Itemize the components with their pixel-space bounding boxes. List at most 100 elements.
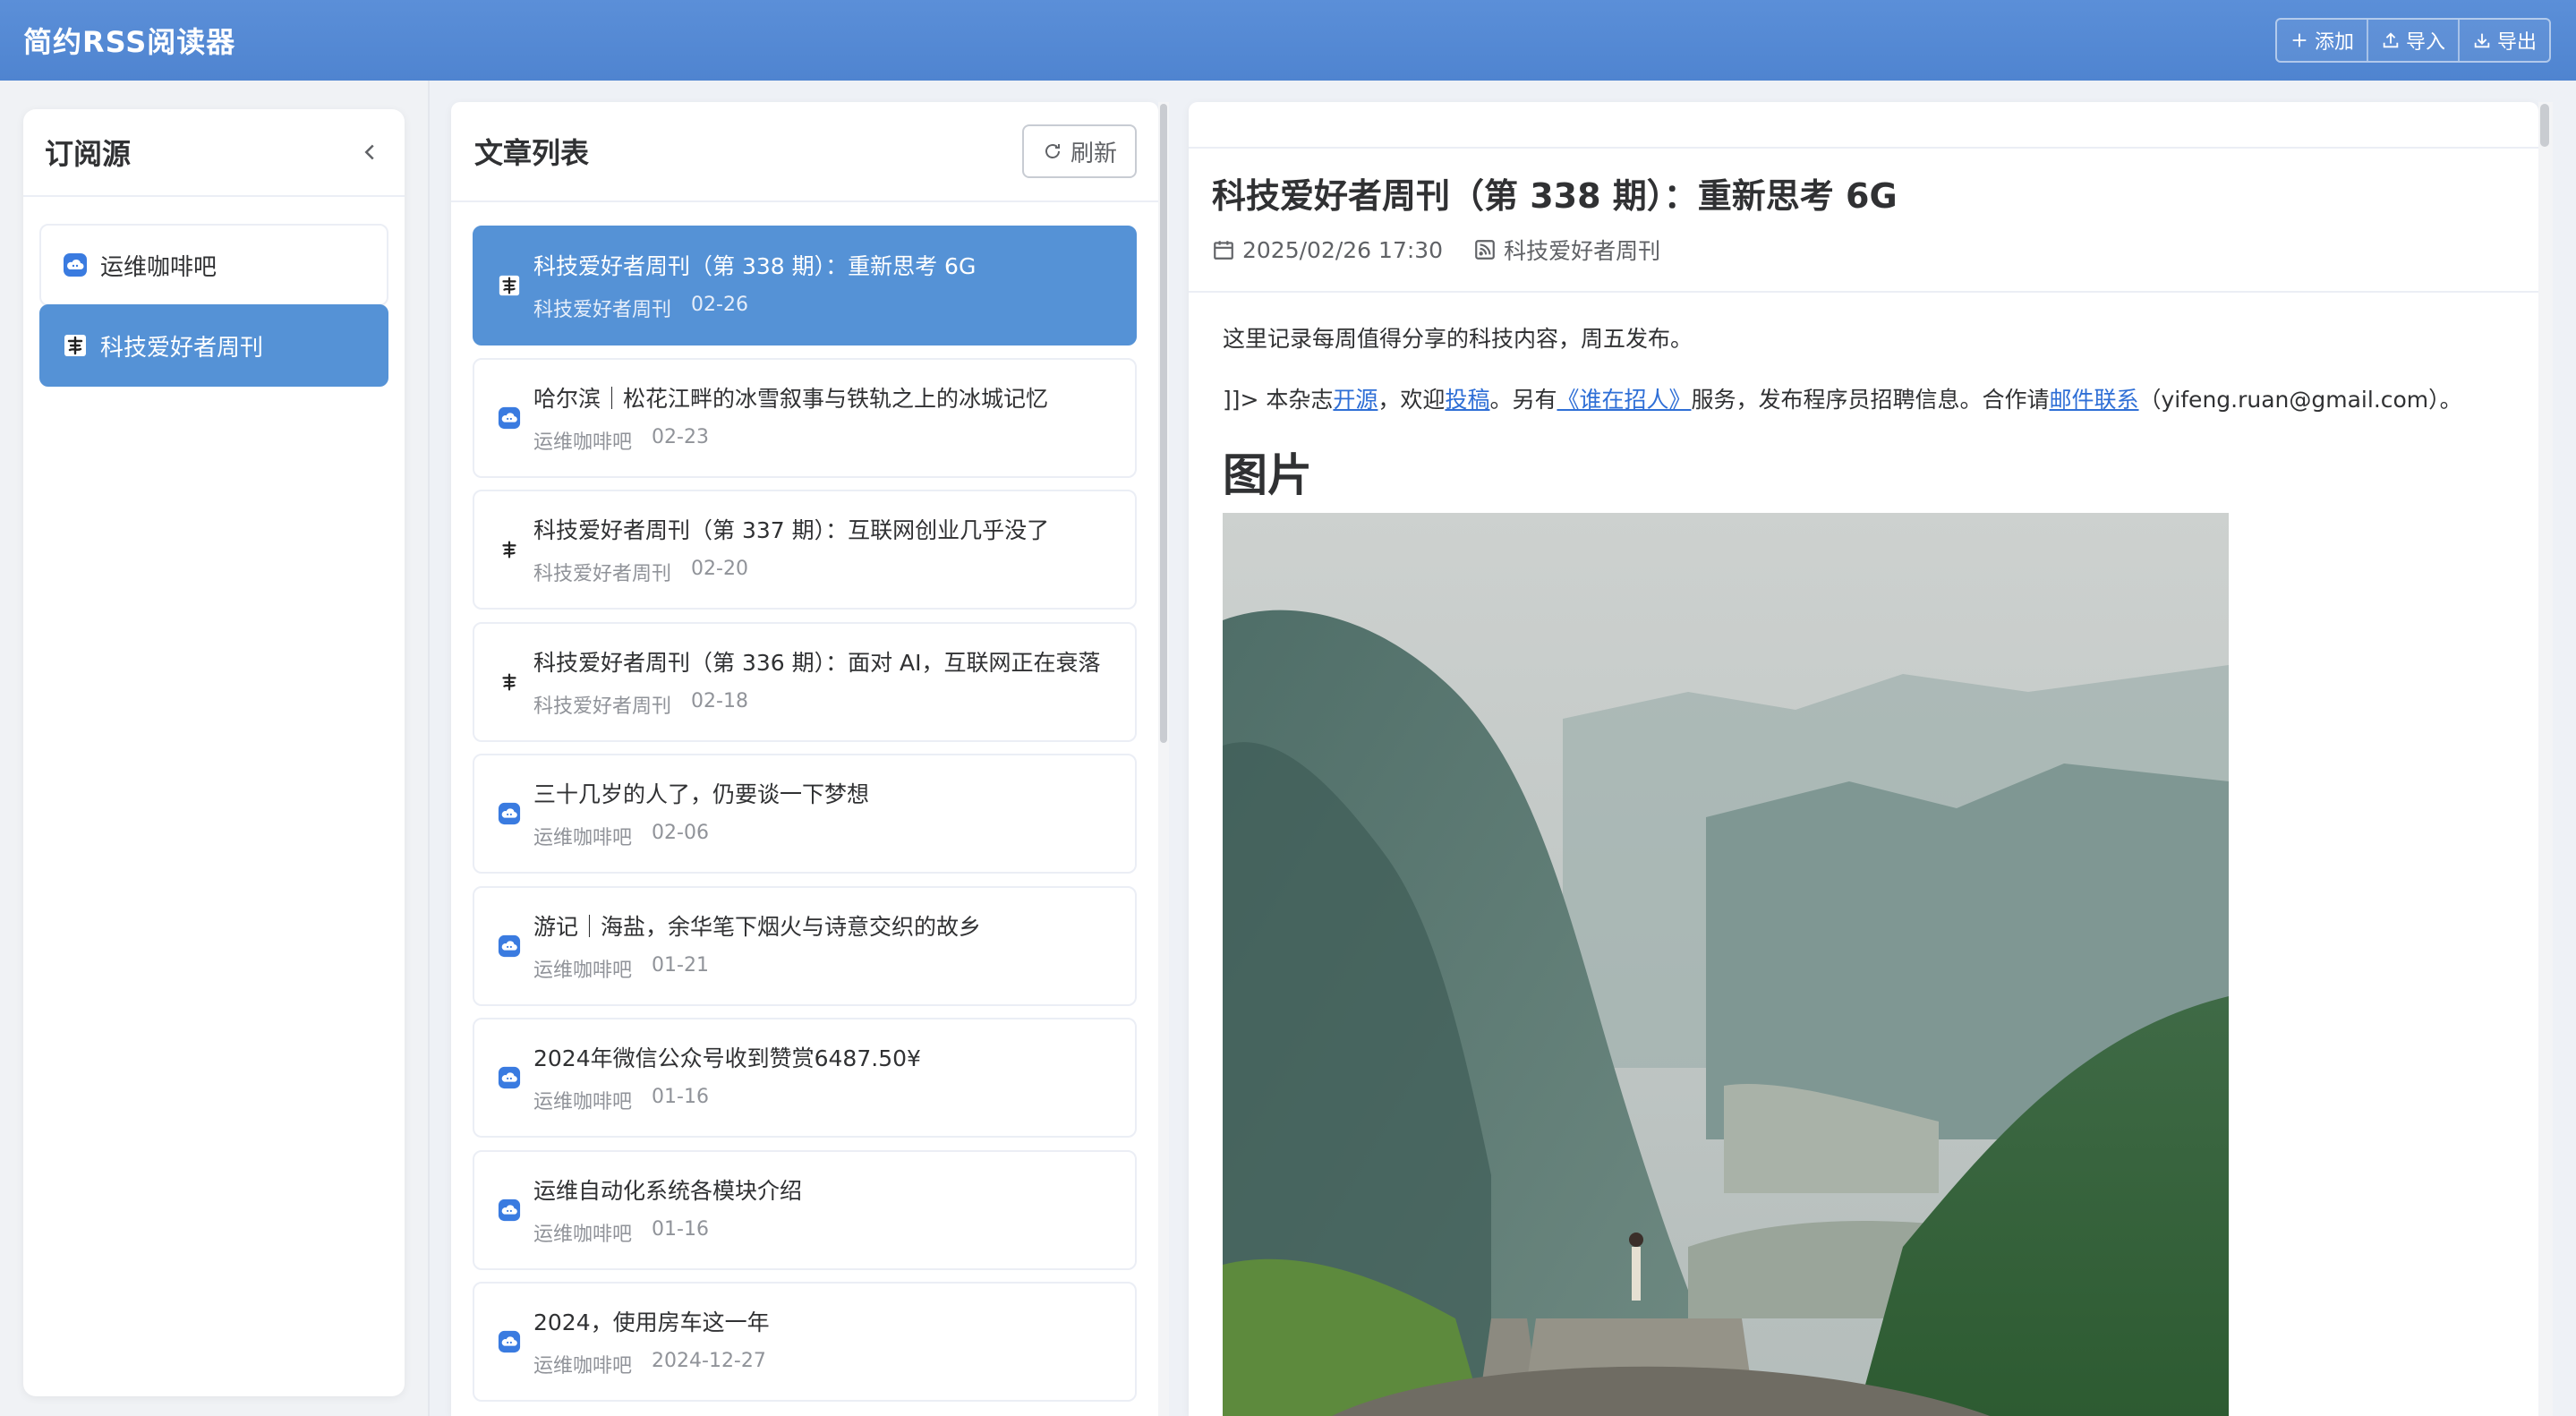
article-item[interactable]: 哈尔滨｜松花江畔的冰雪叙事与铁轨之上的冰城记忆运维咖啡吧 02-23 xyxy=(473,357,1137,478)
article-item-meta: 科技爱好者周刊 02-18 xyxy=(533,690,1101,719)
link-who-is-hiring[interactable]: 《谁在招人》 xyxy=(1557,387,1691,413)
article-item-body: 运维自动化系统各模块介绍运维咖啡吧 01-16 xyxy=(533,1173,802,1247)
article-item-meta: 科技爱好者周刊 02-26 xyxy=(533,294,976,322)
refresh-button[interactable]: 刷新 xyxy=(1021,124,1137,178)
article-item[interactable]: 科技爱好者周刊（第 336 期）：面对 AI，互联网正在衰落科技爱好者周刊 02-… xyxy=(473,621,1137,742)
add-button-label: 添加 xyxy=(2314,31,2354,54)
article-item-body: 科技爱好者周刊（第 337 期）：互联网创业几乎没了 科技爱好者周刊 02-20 xyxy=(533,513,1049,586)
link-open-source[interactable]: 开源 xyxy=(1333,387,1378,413)
article-date: 2025/02/26 17:30 xyxy=(1212,234,1443,266)
article-item-body: 2024，使用房车这一年 运维咖啡吧 2024-12-27 xyxy=(533,1305,770,1378)
article-item[interactable]: 游记｜海盐，余华笔下烟火与诗意交织的故乡运维咖啡吧 01-21 xyxy=(473,885,1137,1006)
text-segment: ，欢迎 xyxy=(1378,387,1446,413)
article-item-meta: 运维咖啡吧 01-16 xyxy=(533,1218,802,1247)
article-paragraph-links: ]]> 本杂志开源，欢迎投稿。另有《谁在招人》服务，发布程序员招聘信息。合作请邮… xyxy=(1223,384,2504,416)
article-meta: 2025/02/26 17:30 科技爱好者周刊 xyxy=(1212,234,2515,266)
article-item-date: 02-18 xyxy=(691,689,748,712)
cloud-icon xyxy=(498,802,521,825)
article-item-title: 运维自动化系统各模块介绍 xyxy=(533,1177,803,1204)
app-header: 简约RSS阅读器 添加 导入 导出 xyxy=(0,0,2576,81)
article-item[interactable]: 科技爱好者周刊（第 338 期）：重新思考 6G 科技爱好者周刊 02-26 xyxy=(473,226,1137,345)
mountain-valley-photo xyxy=(1223,513,2229,1416)
cloud-icon xyxy=(64,253,87,277)
article-item[interactable]: 科技爱好者周刊（第 337 期）：互联网创业几乎没了 科技爱好者周刊 02-20 xyxy=(473,490,1137,610)
article-item-body: 科技爱好者周刊（第 338 期）：重新思考 6G 科技爱好者周刊 02-26 xyxy=(533,249,976,322)
article-item[interactable]: 三十几岁的人了，仍要谈一下梦想运维咖啡吧 02-06 xyxy=(473,754,1137,874)
refresh-button-label: 刷新 xyxy=(1070,140,1117,167)
article-item-date: 02-06 xyxy=(652,822,709,844)
article-item-meta: 运维咖啡吧 02-06 xyxy=(533,822,869,850)
article-item-source: 运维咖啡吧 xyxy=(533,431,633,454)
refresh-icon xyxy=(1045,144,1060,158)
article-item-date: 01-21 xyxy=(652,953,709,977)
sidebar-header: 订阅源 xyxy=(23,109,405,197)
article-list-header: 文章列表 刷新 xyxy=(451,102,1158,202)
article-item-title: 科技爱好者周刊（第 336 期）：面对 AI，互联网正在衰落 xyxy=(533,649,1101,676)
article-content: 这里记录每周值得分享的科技内容，周五发布。 ]]> 本杂志开源，欢迎投稿。另有《… xyxy=(1189,293,2538,1416)
cloud-icon xyxy=(498,406,521,429)
reader-header: 科技爱好者周刊（第 338 期）：重新思考 6G 2025/02/26 17:3… xyxy=(1189,149,2538,293)
article-item-date: 02-23 xyxy=(652,425,709,448)
article-item-date: 01-16 xyxy=(652,1086,709,1108)
text-segment: 。另有 xyxy=(1489,387,1557,413)
feed-sidebar: 订阅源 运维咖啡吧 科技爱好者周刊 xyxy=(23,109,405,1396)
reader-scroll-thumb[interactable] xyxy=(2540,104,2549,147)
article-item-title: 2024年微信公众号收到赞赏6487.50¥ xyxy=(533,1045,921,1071)
link-contribute[interactable]: 投稿 xyxy=(1445,387,1489,413)
article-item-title: 科技爱好者周刊（第 338 期）：重新思考 6G xyxy=(533,253,977,279)
import-button-label: 导入 xyxy=(2405,31,2445,54)
article-item-title: 哈尔滨｜松花江畔的冰雪叙事与铁轨之上的冰城记忆 xyxy=(533,385,1049,412)
link-email-contact[interactable]: 邮件联系 xyxy=(2050,387,2139,413)
cloud-icon xyxy=(498,1198,521,1221)
article-reader: 科技爱好者周刊（第 338 期）：重新思考 6G 2025/02/26 17:3… xyxy=(1189,102,2538,1416)
article-item-date: 01-16 xyxy=(652,1217,709,1241)
article-item-source: 运维咖啡吧 xyxy=(533,1223,633,1246)
article-item-meta: 运维咖啡吧 2024-12-27 xyxy=(533,1350,770,1378)
add-button[interactable]: 添加 xyxy=(2276,20,2367,61)
article-item-body: 哈尔滨｜松花江畔的冰雪叙事与铁轨之上的冰城记忆运维咖啡吧 02-23 xyxy=(533,381,1048,455)
chevron-left-icon[interactable] xyxy=(356,139,383,166)
calligraphy-logo-icon xyxy=(499,275,520,296)
article-item-body: 游记｜海盐，余华笔下烟火与诗意交织的故乡运维咖啡吧 01-21 xyxy=(533,909,981,983)
article-item-date: 2024-12-27 xyxy=(652,1350,766,1372)
article-source: 科技爱好者周刊 xyxy=(1473,234,1660,266)
sidebar-title: 订阅源 xyxy=(45,137,132,171)
export-button[interactable]: 导出 xyxy=(2457,20,2549,61)
article-item-date: 02-26 xyxy=(691,294,748,316)
sidebar-divider[interactable] xyxy=(428,81,430,1416)
article-item-title: 2024，使用房车这一年 xyxy=(533,1309,770,1335)
article-paragraph: 这里记录每周值得分享的科技内容，周五发布。 xyxy=(1223,326,1693,352)
article-item-body: 2024年微信公众号收到赞赏6487.50¥ 运维咖啡吧 01-16 xyxy=(533,1041,921,1114)
cloud-icon xyxy=(498,934,521,957)
article-item[interactable]: 2024年微信公众号收到赞赏6487.50¥ 运维咖啡吧 01-16 xyxy=(473,1018,1137,1138)
sidebar-feed-label: 科技爱好者周刊 xyxy=(100,334,264,362)
article-item[interactable]: 2024，使用房车这一年 运维咖啡吧 2024-12-27 xyxy=(473,1282,1137,1402)
reader-scrollbar[interactable] xyxy=(2538,102,2553,1416)
article-heading: 图片 xyxy=(1223,449,1312,501)
plus-icon xyxy=(2292,33,2307,47)
cloud-icon xyxy=(498,1330,521,1353)
article-item-meta: 运维咖啡吧 01-16 xyxy=(533,1086,921,1114)
sidebar-feed-yunwei[interactable]: 运维咖啡吧 xyxy=(39,224,388,306)
article-item-title: 游记｜海盐，余华笔下烟火与诗意交织的故乡 xyxy=(533,913,982,940)
sidebar-feed-kejiaihao[interactable]: 科技爱好者周刊 xyxy=(39,304,388,387)
article-title: 科技爱好者周刊（第 338 期）：重新思考 6G xyxy=(1212,176,1898,216)
article-item-source: 运维咖啡吧 xyxy=(533,1355,633,1378)
article-item-source: 运维咖啡吧 xyxy=(533,827,633,849)
article-list-panel: 文章列表 刷新 科技爱好者周刊（第 338 期）：重新思考 6G 科技爱好者周刊 0… xyxy=(451,102,1158,1416)
article-item-meta: 科技爱好者周刊 02-20 xyxy=(533,558,1049,586)
export-button-label: 导出 xyxy=(2496,31,2537,54)
import-button[interactable]: 导入 xyxy=(2366,20,2458,61)
article-item[interactable]: 运维自动化系统各模块介绍运维咖啡吧 01-16 xyxy=(473,1149,1137,1270)
article-item-source: 运维咖啡吧 xyxy=(533,959,633,982)
article-datetime: 2025/02/26 17:30 xyxy=(1242,236,1444,263)
text-segment: （yifeng.ruan@gmail.com）。 xyxy=(2138,387,2462,413)
header-toolbar: 添加 导入 导出 xyxy=(2274,18,2551,63)
article-item-title: 三十几岁的人了，仍要谈一下梦想 xyxy=(533,781,870,807)
text-segment: ]]> 本杂志 xyxy=(1223,387,1334,413)
article-item-title: 科技爱好者周刊（第 337 期）：互联网创业几乎没了 xyxy=(533,517,1050,543)
article-image xyxy=(1223,513,2229,1416)
article-item-source: 科技爱好者周刊 xyxy=(533,695,672,718)
upload-icon xyxy=(2383,32,2399,48)
article-list-scroll-thumb[interactable] xyxy=(1160,104,1167,743)
